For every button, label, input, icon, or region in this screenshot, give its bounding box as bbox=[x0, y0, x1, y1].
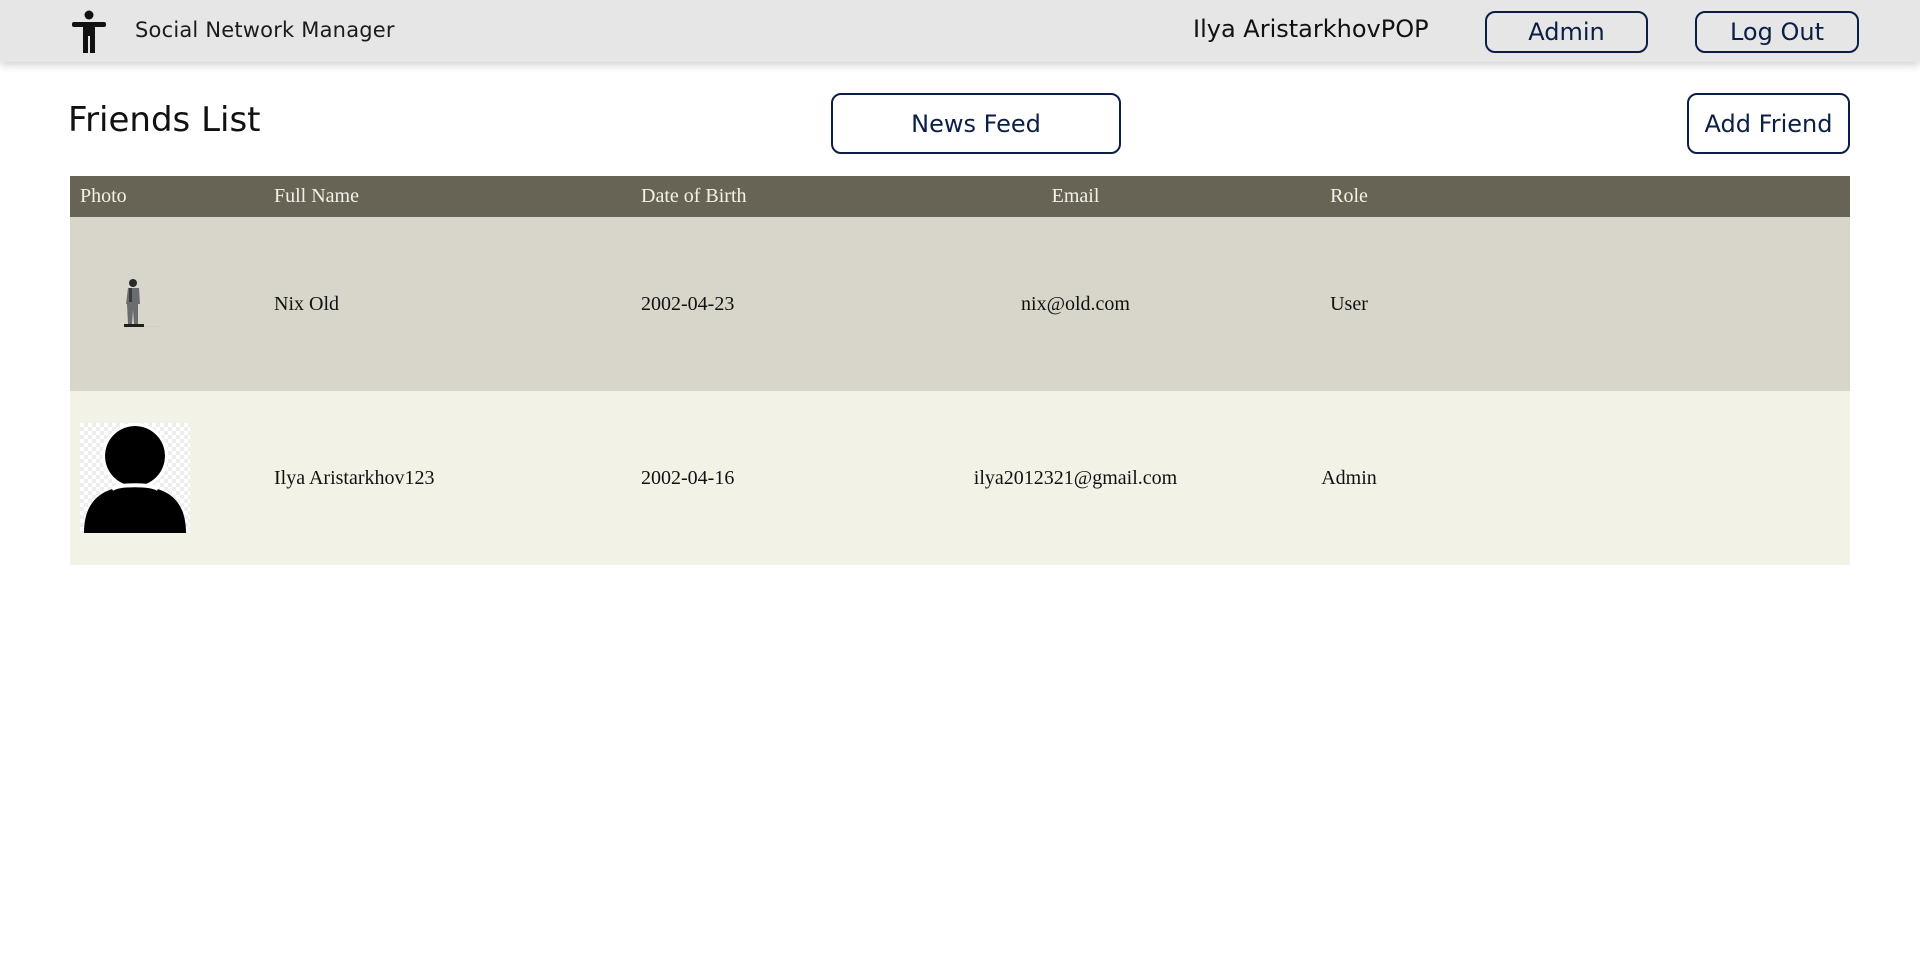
spacer-cell bbox=[1485, 217, 1850, 391]
column-header-full-name: Full Name bbox=[274, 185, 359, 207]
column-header-email: Email bbox=[1051, 185, 1100, 207]
photo-cell bbox=[70, 217, 264, 391]
date-of-birth-cell: 2002-04-16 bbox=[641, 466, 735, 489]
add-friend-button[interactable]: Add Friend bbox=[1687, 93, 1850, 154]
top-navigation-bar: Social Network Manager Ilya AristarkhovP… bbox=[0, 0, 1920, 62]
friends-table: Photo Full Name Date of Birth Email Role… bbox=[70, 176, 1850, 565]
photo-cell bbox=[70, 391, 264, 565]
email-cell: nix@old.com bbox=[1021, 292, 1130, 315]
table-header-row: Photo Full Name Date of Birth Email Role bbox=[70, 176, 1850, 217]
column-header-photo: Photo bbox=[80, 185, 127, 207]
logout-button[interactable]: Log Out bbox=[1695, 11, 1859, 53]
column-header-date-of-birth: Date of Birth bbox=[641, 185, 747, 207]
accessibility-person-icon[interactable] bbox=[70, 10, 108, 54]
full-name-cell: Nix Old bbox=[274, 292, 339, 315]
column-header-spacer bbox=[1485, 176, 1850, 217]
app-title[interactable]: Social Network Manager bbox=[135, 18, 395, 42]
table-row[interactable]: Nix Old 2002-04-23 nix@old.com User bbox=[70, 217, 1850, 391]
role-cell: Admin bbox=[1321, 466, 1377, 489]
current-user-name: Ilya AristarkhovPOP bbox=[1193, 15, 1429, 43]
email-cell: ilya2012321@gmail.com bbox=[973, 466, 1178, 489]
full-name-cell: Ilya Aristarkhov123 bbox=[274, 466, 435, 489]
table-row[interactable]: Ilya Aristarkhov123 2002-04-16 ilya20123… bbox=[70, 391, 1850, 565]
column-header-role: Role bbox=[1330, 185, 1368, 207]
man-walking-photo bbox=[124, 279, 160, 327]
admin-button[interactable]: Admin bbox=[1485, 11, 1648, 53]
date-of-birth-cell: 2002-04-23 bbox=[641, 292, 735, 315]
spacer-cell bbox=[1485, 391, 1850, 565]
role-cell: User bbox=[1330, 292, 1368, 315]
default-avatar-icon bbox=[80, 423, 190, 533]
page-title: Friends List bbox=[68, 100, 261, 140]
news-feed-button[interactable]: News Feed bbox=[831, 93, 1121, 154]
